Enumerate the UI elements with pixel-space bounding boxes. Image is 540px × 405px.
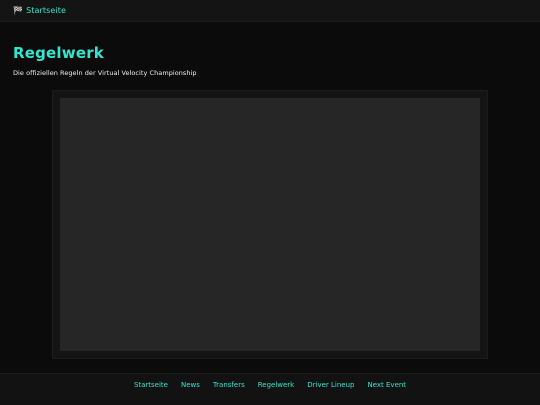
checkered-flag-icon: 🏁 [13,5,24,15]
footer-link-transfers[interactable]: Transfers [213,381,245,389]
home-link[interactable]: 🏁 Startseite [13,5,66,15]
page: 🏁 Startseite Regelwerk Die offiziellen R… [0,0,540,405]
page-title: Regelwerk [13,44,104,62]
home-link-label: Startseite [26,5,66,15]
footer-link-regelwerk[interactable]: Regelwerk [258,381,295,389]
top-navbar: 🏁 Startseite [0,0,540,22]
document-frame [52,90,488,359]
page-header: Regelwerk Die offiziellen Regeln der Vir… [13,44,527,78]
footer-nav: Startseite News Transfers Regelwerk Driv… [0,374,540,396]
footer: Startseite News Transfers Regelwerk Driv… [0,373,540,405]
embedded-document-viewer[interactable] [60,98,480,351]
footer-link-news[interactable]: News [181,381,200,389]
footer-link-driver-lineup[interactable]: Driver Lineup [307,381,354,389]
footer-link-next-event[interactable]: Next Event [367,381,406,389]
page-subtitle: Die offiziellen Regeln der Virtual Veloc… [13,69,197,77]
footer-link-startseite[interactable]: Startseite [134,381,168,389]
